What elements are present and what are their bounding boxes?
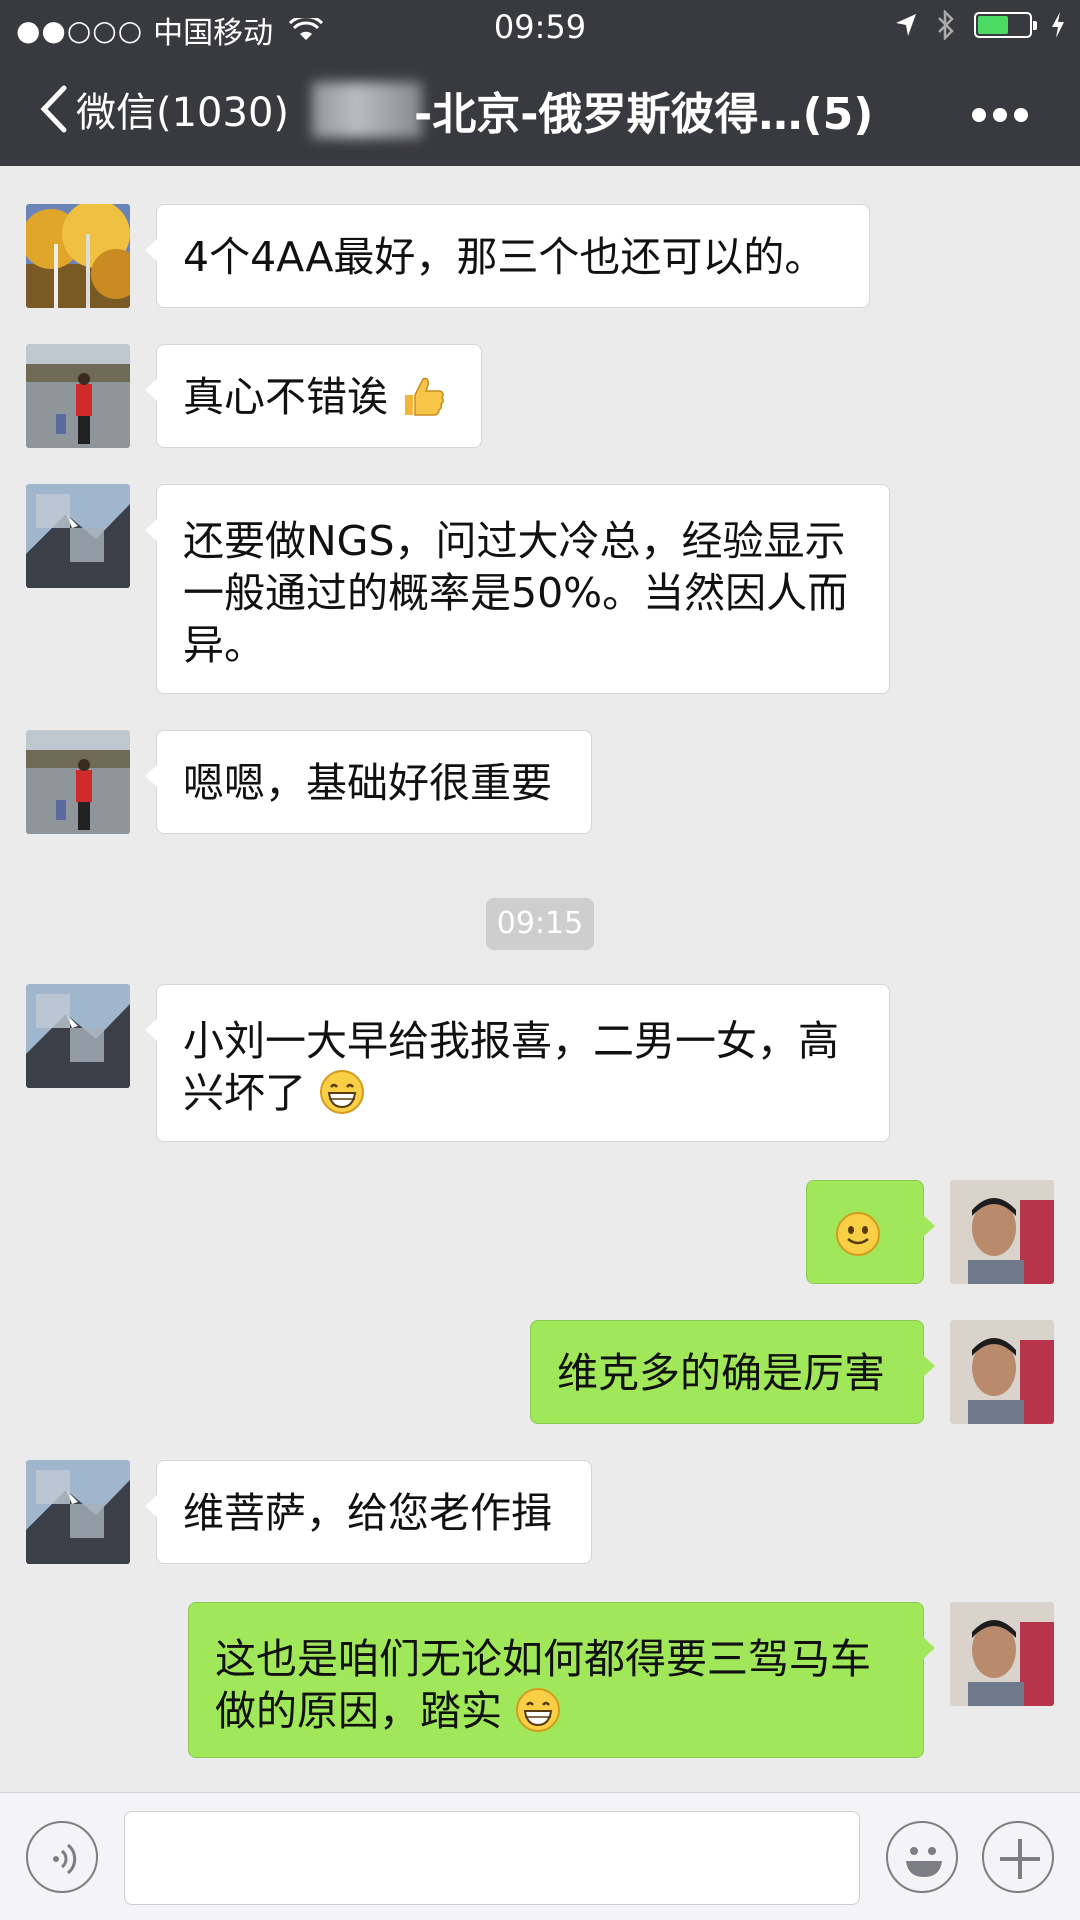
thumbs-up-icon xyxy=(405,377,444,416)
lake-family-avatar xyxy=(26,344,130,448)
message-input[interactable] xyxy=(124,1811,860,1905)
mountain-avatar xyxy=(26,984,130,1088)
timestamp-divider: 09:15 xyxy=(486,898,594,950)
bluetooth-icon xyxy=(938,10,954,40)
status-right xyxy=(894,10,1066,40)
message-text: 维克多的确是厉害 xyxy=(557,1349,885,1397)
message-bubble[interactable]: 嗯嗯，基础好很重要 xyxy=(145,730,592,834)
status-bar: ●●○○○ 中国移动 09:59 xyxy=(0,0,1080,54)
plus-button[interactable] xyxy=(982,1821,1054,1893)
plus-icon xyxy=(1000,1839,1040,1879)
autumn-trees-avatar xyxy=(26,204,130,308)
more-dots-icon[interactable] xyxy=(972,108,1028,122)
avatar[interactable] xyxy=(26,484,130,588)
avatar[interactable] xyxy=(26,204,130,308)
message-text: 小刘一大早给我报喜，二男一女，高兴坏了 xyxy=(183,1017,839,1117)
message-text: 4个4AA最好，那三个也还可以的。 xyxy=(183,233,826,281)
nav-bar: 微信(1030) -北京-俄罗斯彼得…(5) xyxy=(0,54,1080,166)
message-text: 真心不错诶 xyxy=(183,373,388,421)
avatar[interactable] xyxy=(26,984,130,1088)
grin-emoji-icon xyxy=(516,1688,561,1732)
message-bubble[interactable]: 这也是咱们无论如何都得要三驾马车做的原因，踏实 xyxy=(188,1602,935,1758)
message-text: 还要做NGS，问过大冷总，经验显示一般通过的概率是50%。当然因人而异。 xyxy=(183,517,849,669)
mountain-avatar xyxy=(26,1460,130,1564)
redacted-title-blur xyxy=(312,82,422,138)
avatar[interactable] xyxy=(26,344,130,448)
grin-emoji-icon xyxy=(320,1070,365,1114)
chat-title: -北京-俄罗斯彼得…(5) xyxy=(414,89,874,140)
avatar[interactable] xyxy=(950,1180,1054,1284)
train-selfie-avatar xyxy=(950,1180,1054,1284)
train-selfie-avatar xyxy=(950,1320,1054,1424)
charging-bolt-icon xyxy=(1052,12,1064,38)
avatar[interactable] xyxy=(26,1460,130,1564)
message-bubble[interactable] xyxy=(806,1180,935,1284)
message-bubble[interactable]: 还要做NGS，问过大冷总，经验显示一般通过的概率是50%。当然因人而异。 xyxy=(145,484,890,694)
chevron-left-icon[interactable] xyxy=(38,84,68,134)
train-selfie-avatar xyxy=(950,1602,1054,1706)
avatar[interactable] xyxy=(26,730,130,834)
avatar[interactable] xyxy=(950,1320,1054,1424)
message-bubble[interactable]: 小刘一大早给我报喜，二男一女，高兴坏了 xyxy=(145,984,890,1142)
emoji-button[interactable] xyxy=(886,1821,958,1893)
message-text: 嗯嗯，基础好很重要 xyxy=(183,759,552,807)
message-bubble[interactable]: 4个4AA最好，那三个也还可以的。 xyxy=(145,204,870,308)
message-text: 维菩萨，给您老作揖 xyxy=(183,1489,552,1537)
message-bubble[interactable]: 真心不错诶 xyxy=(145,344,482,448)
smile-emoji-icon xyxy=(836,1212,880,1256)
voice-icon xyxy=(53,1843,77,1875)
voice-button[interactable] xyxy=(26,1821,98,1893)
mountain-avatar xyxy=(26,484,130,588)
input-bar xyxy=(0,1792,1080,1920)
message-bubble[interactable]: 维菩萨，给您老作揖 xyxy=(145,1460,592,1564)
emoji-icon xyxy=(906,1847,942,1877)
lake-family-avatar xyxy=(26,730,130,834)
back-button[interactable]: 微信(1030) xyxy=(76,80,289,138)
top-bar: ●●○○○ 中国移动 09:59 微信(1030) -北京-俄罗斯彼得…(5) xyxy=(0,0,1080,166)
message-bubble[interactable]: 维克多的确是厉害 xyxy=(530,1320,935,1424)
location-arrow-icon xyxy=(896,14,916,36)
battery-icon xyxy=(974,12,1037,38)
avatar[interactable] xyxy=(950,1602,1054,1706)
